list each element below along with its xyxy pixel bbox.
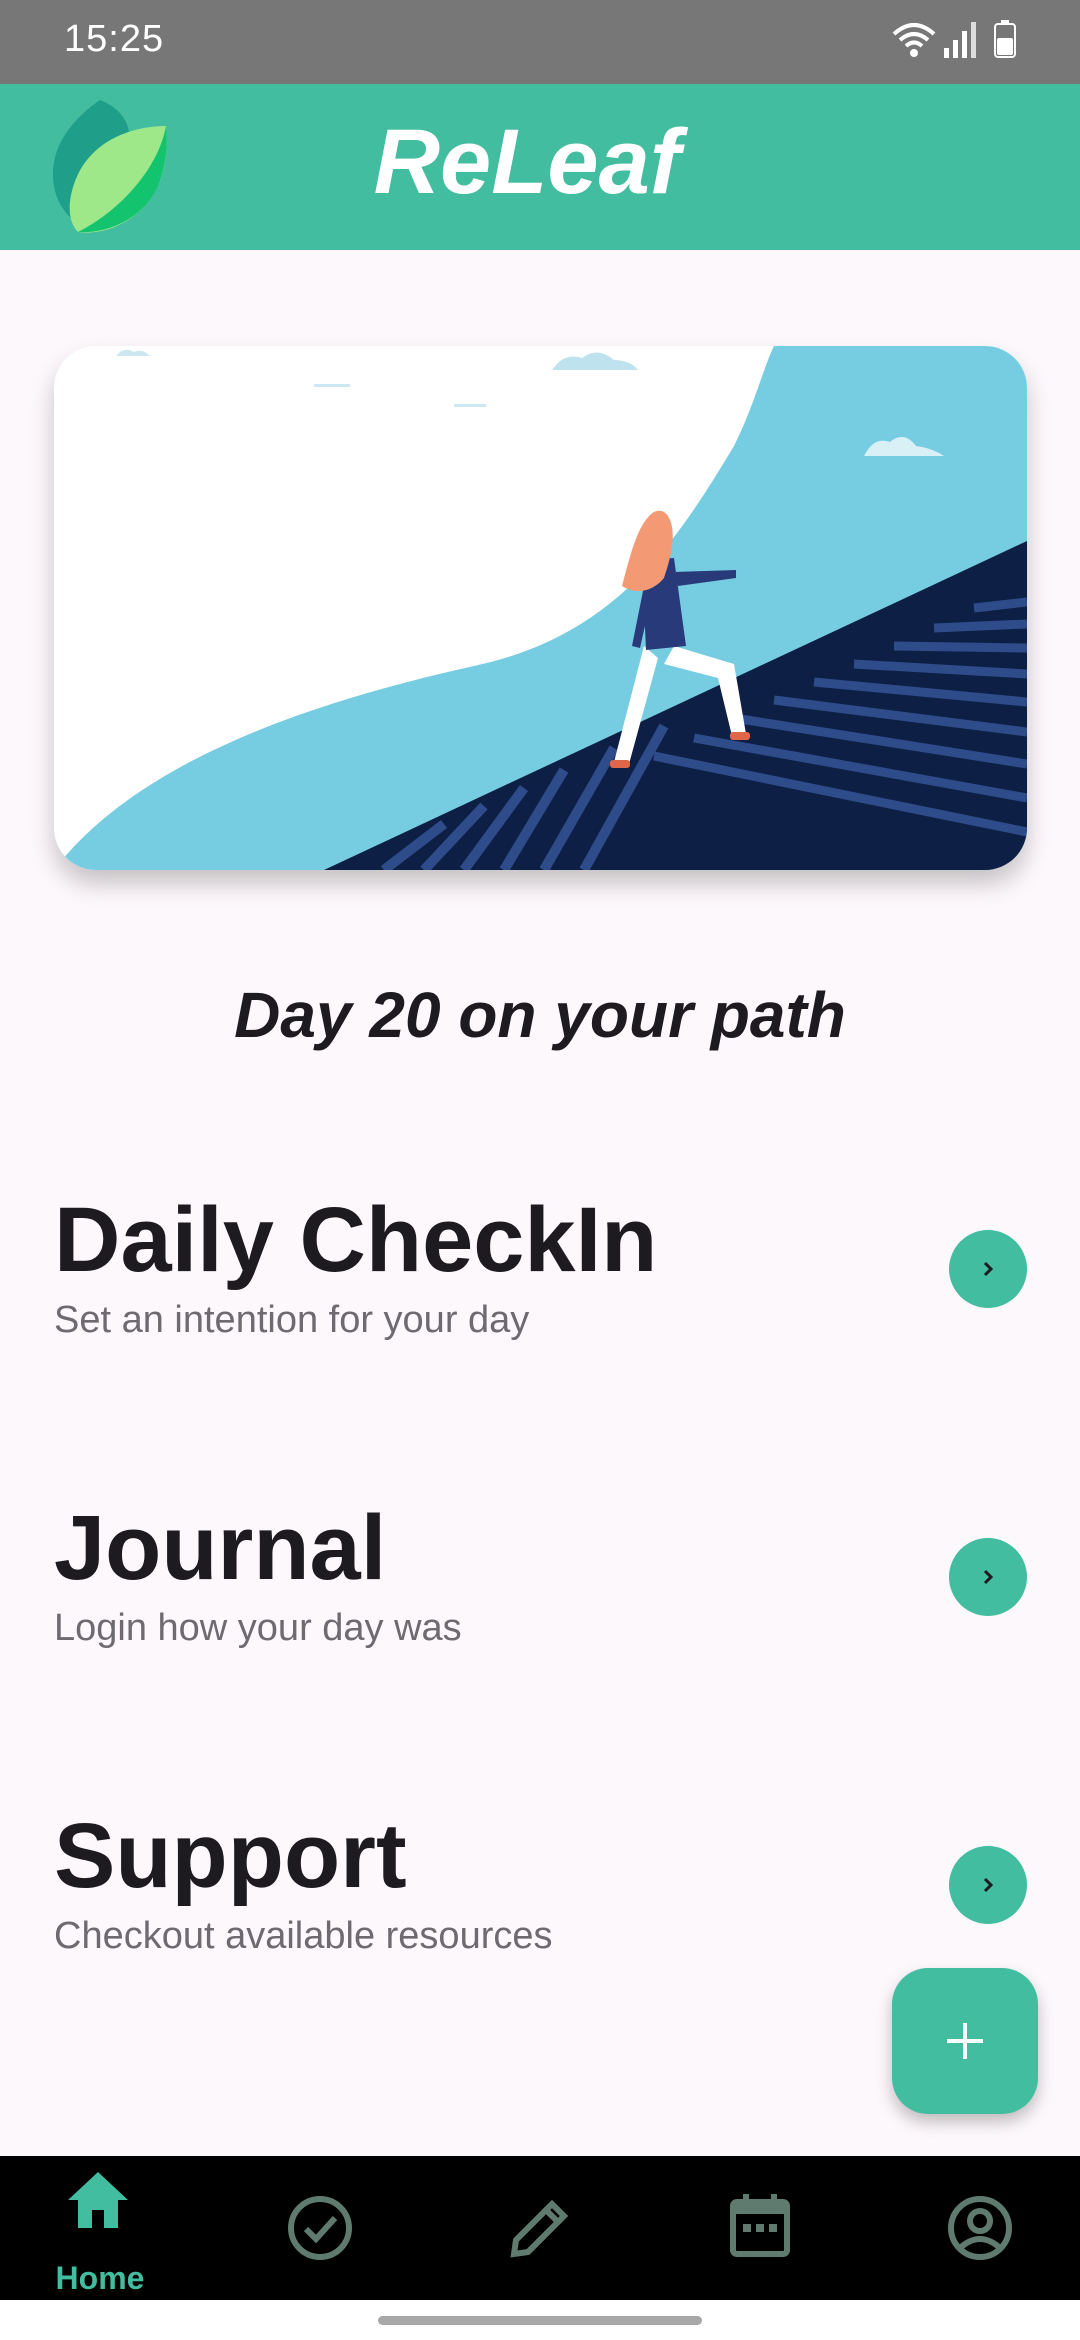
home-icon <box>68 2172 128 2228</box>
chevron-right-icon <box>983 1569 994 1585</box>
wifi-icon <box>892 23 936 57</box>
chevron-right-icon <box>983 1877 994 1893</box>
status-bar: 15:25 <box>0 0 1080 84</box>
home-screen: 15:25 ReLeaf Day 20 on your path Daily C… <box>0 0 1080 2340</box>
gesture-handle[interactable] <box>378 2316 702 2325</box>
signal-icon <box>944 22 976 58</box>
chevron-right-icon <box>983 1261 994 1277</box>
nav-item-journal[interactable] <box>460 2156 620 2300</box>
bottom-navigation: Home <box>0 2156 1080 2300</box>
day-progress-text: Day 20 on your path <box>234 979 846 1051</box>
nav-item-calendar[interactable] <box>680 2156 840 2300</box>
battery-icon <box>994 20 1016 58</box>
nav-item-label: Home <box>55 2260 145 2296</box>
menu-item-subtitle: Checkout available resources <box>54 1915 553 1957</box>
menu-item-subtitle: Set an intention for your day <box>54 1299 530 1341</box>
nav-item-checkin[interactable] <box>240 2156 400 2300</box>
status-time: 15:25 <box>64 18 165 60</box>
pencil-icon <box>510 2199 569 2258</box>
account-circle-icon <box>948 2196 1012 2260</box>
nav-item-home[interactable]: Home <box>20 2156 180 2300</box>
status-icons <box>892 20 1022 64</box>
menu-item-title: Journal <box>54 1497 387 1599</box>
hero-card <box>54 346 1027 870</box>
add-fab-button[interactable] <box>892 1968 1038 2114</box>
daily-checkin-go-button[interactable] <box>949 1230 1027 1308</box>
plus-icon <box>947 2023 983 2059</box>
hero-illustration <box>54 346 1027 870</box>
journal-go-button[interactable] <box>949 1538 1027 1616</box>
menu-item-title: Support <box>54 1805 407 1907</box>
menu-item-title: Daily CheckIn <box>54 1189 658 1291</box>
menu-item-support[interactable]: Support Checkout available resources <box>54 1805 1027 1957</box>
menu-item-daily-checkin[interactable]: Daily CheckIn Set an intention for your … <box>54 1189 1027 1341</box>
menu-item-journal[interactable]: Journal Login how your day was <box>54 1497 1027 1649</box>
support-go-button[interactable] <box>949 1846 1027 1924</box>
check-circle-icon <box>288 2196 352 2260</box>
gesture-bar <box>0 2300 1080 2340</box>
nav-item-profile[interactable] <box>900 2156 1060 2300</box>
menu-item-subtitle: Login how your day was <box>54 1607 462 1649</box>
app-title: ReLeaf <box>373 111 681 213</box>
calendar-icon <box>730 2194 790 2257</box>
